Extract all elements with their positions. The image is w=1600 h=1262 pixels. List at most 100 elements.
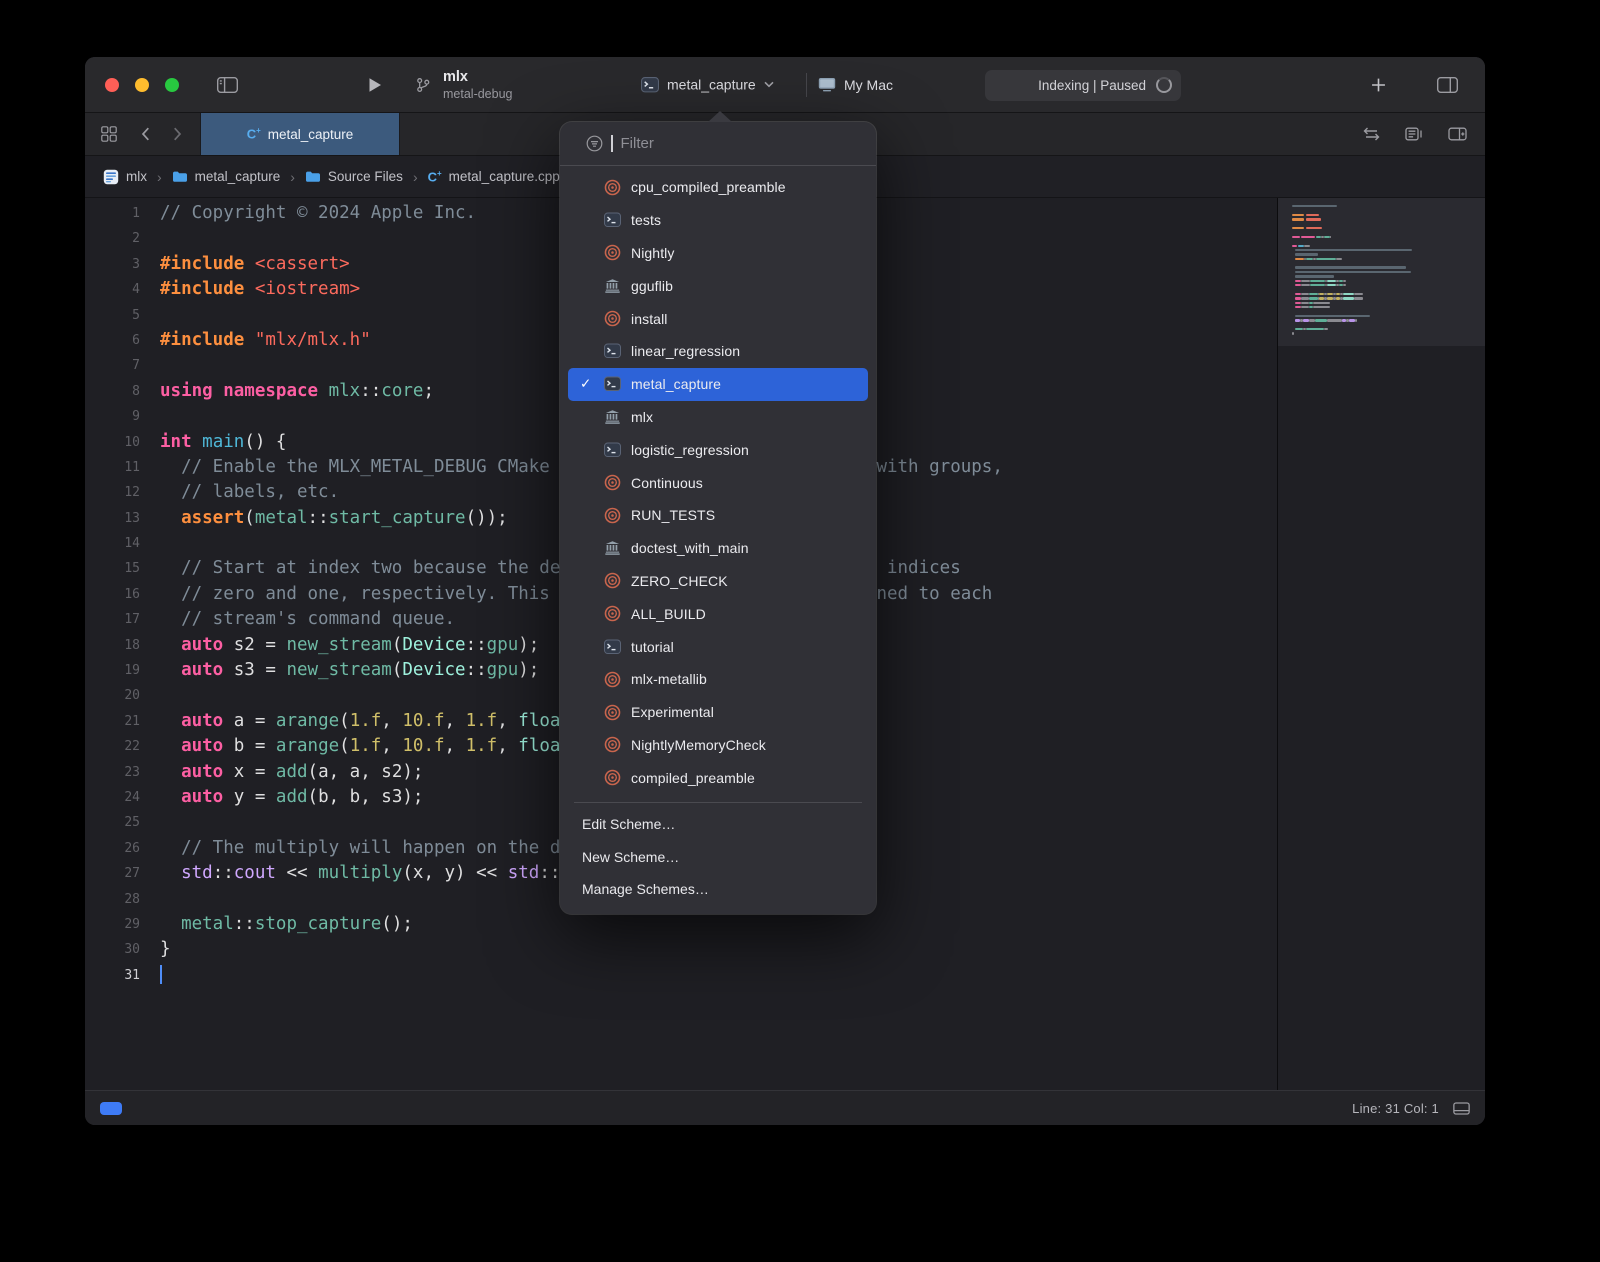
scheme-option-install[interactable]: install <box>568 302 868 335</box>
split-editor-icon <box>1437 77 1458 93</box>
related-items-button[interactable] <box>101 113 117 155</box>
scheme-selector[interactable]: metal_capture <box>641 76 774 93</box>
project-title: mlx <box>443 69 513 85</box>
code-text[interactable]: metal::stop_capture(); <box>160 912 413 937</box>
scheme-label: RUN_TESTS <box>631 507 715 523</box>
progress-spinner-icon <box>1156 77 1172 93</box>
scheme-option-gguflib[interactable]: gguflib <box>568 269 868 302</box>
code-line[interactable]: 29 metal::stop_capture(); <box>85 912 1277 937</box>
play-icon <box>368 77 382 93</box>
minimap-line <box>1292 262 1477 264</box>
line-number: 21 <box>85 709 140 734</box>
close-window-button[interactable] <box>105 78 119 92</box>
scheme-option-mlx-metallib[interactable]: mlx-metallib <box>568 663 868 696</box>
scheme-option-doctest_with_main[interactable]: doctest_with_main <box>568 532 868 565</box>
breadcrumb-file[interactable]: C+ metal_capture.cpp <box>428 169 560 184</box>
code-text[interactable]: #include <iostream> <box>160 277 360 302</box>
minimap-line <box>1292 302 1477 304</box>
scheme-option-metal_capture[interactable]: ✓metal_capture <box>568 368 868 401</box>
code-text[interactable]: std::cout << multiply(x, y) << std::endl… <box>160 861 613 886</box>
toggle-navigator-button[interactable] <box>217 77 238 93</box>
scheme-option-linear_regression[interactable]: linear_regression <box>568 335 868 368</box>
editor-layout-button[interactable] <box>1437 77 1458 93</box>
go-forward-button[interactable] <box>173 113 182 155</box>
adjust-editor-options-button[interactable] <box>1405 127 1424 141</box>
editor-options-icon <box>1405 127 1424 141</box>
editor-only-layout-icon[interactable] <box>1453 1102 1470 1115</box>
breadcrumb-group[interactable]: Source Files <box>305 169 403 184</box>
minimize-window-button[interactable] <box>135 78 149 92</box>
line-number: 1 <box>85 201 140 226</box>
code-text[interactable]: #include "mlx/mlx.h" <box>160 328 371 353</box>
scheme-action-new[interactable]: New Scheme… <box>560 841 876 874</box>
minimap-pane[interactable] <box>1277 198 1485 1090</box>
scheme-action-manage[interactable]: Manage Schemes… <box>560 873 876 906</box>
scheme-action-edit[interactable]: Edit Scheme… <box>560 808 876 841</box>
code-text[interactable] <box>160 963 162 988</box>
library-button[interactable] <box>1371 77 1386 92</box>
code-text[interactable]: // labels, etc. <box>160 480 339 505</box>
library-icon <box>603 540 621 556</box>
code-text[interactable]: auto y = add(b, b, s3); <box>160 785 423 810</box>
code-line[interactable]: 30} <box>85 937 1277 962</box>
breadcrumb-label: Source Files <box>328 169 403 184</box>
minimap-line <box>1292 218 1477 220</box>
scheme-option-Experimental[interactable]: Experimental <box>568 696 868 729</box>
add-editor-icon <box>1448 127 1467 141</box>
scheme-option-tutorial[interactable]: tutorial <box>568 630 868 663</box>
line-number: 9 <box>85 404 140 429</box>
line-number: 20 <box>85 683 140 708</box>
go-back-button[interactable] <box>141 113 150 155</box>
run-destination-selector[interactable]: My Mac <box>818 77 893 93</box>
minimap-line <box>1292 236 1477 238</box>
code-text[interactable]: using namespace mlx::core; <box>160 379 434 404</box>
run-button[interactable] <box>368 77 382 93</box>
library-icon <box>603 409 621 425</box>
code-text[interactable]: auto s3 = new_stream(Device::gpu); <box>160 658 539 683</box>
minimap-line <box>1292 253 1477 255</box>
terminal-icon <box>603 212 621 228</box>
scheme-option-cpu_compiled_preamble[interactable]: cpu_compiled_preamble <box>568 171 868 204</box>
scheme-option-ALL_BUILD[interactable]: ALL_BUILD <box>568 597 868 630</box>
code-text[interactable]: int main() { <box>160 430 286 455</box>
code-text[interactable]: auto x = add(a, a, s2); <box>160 760 423 785</box>
scheme-option-mlx[interactable]: mlx <box>568 401 868 434</box>
breadcrumb-project[interactable]: mlx <box>103 169 147 185</box>
scheme-option-NightlyMemoryCheck[interactable]: NightlyMemoryCheck <box>568 729 868 762</box>
code-text[interactable]: } <box>160 937 171 962</box>
code-text[interactable]: #include <cassert> <box>160 252 350 277</box>
minimap-line <box>1292 271 1477 273</box>
scheme-option-ZERO_CHECK[interactable]: ZERO_CHECK <box>568 565 868 598</box>
scheme-option-Nightly[interactable]: Nightly <box>568 237 868 270</box>
scheme-filter-field[interactable]: Filter <box>560 122 876 166</box>
scheme-option-RUN_TESTS[interactable]: RUN_TESTS <box>568 499 868 532</box>
target-icon <box>603 179 621 196</box>
code-line[interactable]: 31 <box>85 963 1277 988</box>
breadcrumb-group[interactable]: metal_capture <box>172 169 281 184</box>
zoom-window-button[interactable] <box>165 78 179 92</box>
scheme-popup: Filter cpu_compiled_preambletestsNightly… <box>560 122 876 914</box>
code-text[interactable]: // Copyright © 2024 Apple Inc. <box>160 201 476 226</box>
line-number: 22 <box>85 734 140 759</box>
add-editor-button[interactable] <box>1448 127 1467 141</box>
line-number: 8 <box>85 379 140 404</box>
library-icon <box>603 278 621 294</box>
scheme-option-tests[interactable]: tests <box>568 204 868 237</box>
scheme-option-Continuous[interactable]: Continuous <box>568 466 868 499</box>
code-text[interactable]: // stream's command queue. <box>160 607 455 632</box>
code-text[interactable]: assert(metal::start_capture()); <box>160 506 508 531</box>
chevron-left-icon <box>141 127 150 141</box>
code-review-button[interactable] <box>1362 127 1381 141</box>
minimap-line <box>1292 284 1477 286</box>
tab-metal-capture[interactable]: C+ metal_capture <box>200 113 400 155</box>
minimap-line <box>1292 231 1477 233</box>
minimap-line <box>1292 328 1477 330</box>
scheme-option-logistic_regression[interactable]: logistic_regression <box>568 433 868 466</box>
target-icon <box>603 572 621 589</box>
filter-placeholder: Filter <box>621 135 654 152</box>
code-text[interactable]: auto s2 = new_stream(Device::gpu); <box>160 633 539 658</box>
mac-icon <box>818 77 836 92</box>
line-number: 11 <box>85 455 140 480</box>
line-number: 4 <box>85 277 140 302</box>
scheme-option-compiled_preamble[interactable]: compiled_preamble <box>568 761 868 794</box>
